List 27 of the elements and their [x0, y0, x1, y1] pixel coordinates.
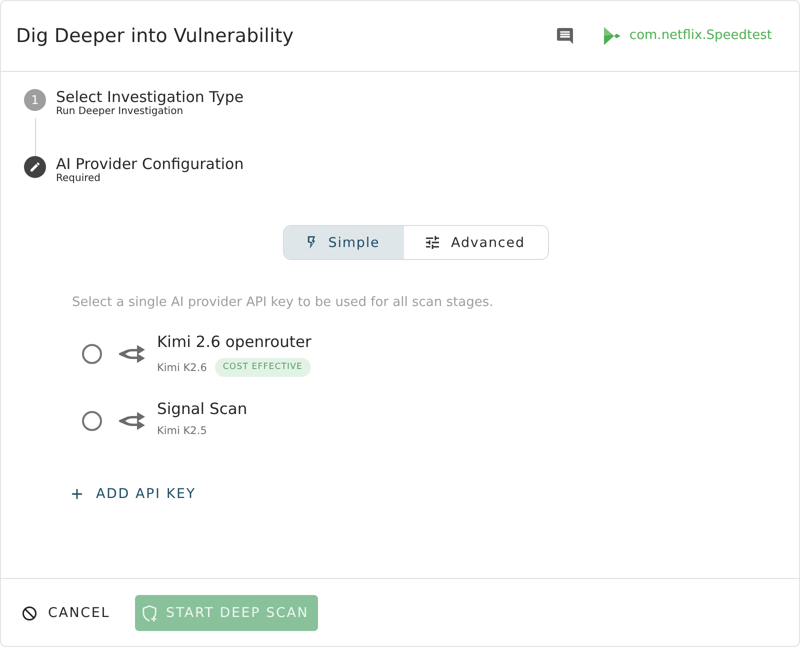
provider-name: Kimi 2.6 openrouter: [157, 332, 312, 352]
pencil-icon: [24, 156, 46, 178]
step-subtitle: Run Deeper Investigation: [56, 106, 184, 117]
bolt-icon: [307, 236, 316, 249]
radio-button[interactable]: [82, 411, 102, 431]
step-title: AI Provider Configuration: [56, 155, 244, 173]
model-name: Kimi K2.5: [157, 425, 207, 437]
routing-arrows-icon: [119, 344, 145, 364]
add-api-key-button[interactable]: ADD API KEY: [72, 486, 196, 502]
cancel-icon: [22, 606, 37, 620]
cost-effective-badge: COST EFFECTIVE: [214, 358, 311, 377]
sliders-icon: [426, 236, 440, 249]
plus-icon: [72, 489, 82, 499]
step-number: 1: [24, 89, 46, 111]
comment-icon[interactable]: [557, 28, 574, 44]
shield-plus-icon: [142, 604, 158, 622]
description-text: Select a single AI provider API key to be used for all scan stages.: [72, 295, 494, 310]
step-title: Select Investigation Type: [56, 88, 244, 106]
dialog-title: Dig Deeper into Vulnerability: [16, 24, 294, 46]
mode-tab[interactable]: Simple: [284, 226, 404, 259]
provider-name: Signal Scan: [157, 399, 248, 419]
radio-button[interactable]: [82, 344, 102, 364]
step-subtitle: Required: [56, 173, 102, 184]
routing-arrows-icon: [119, 411, 145, 431]
play-store-icon: [603, 26, 622, 44]
model-name: Kimi K2.6: [157, 362, 207, 374]
app-package-name: com.netflix.Speedtest: [629, 28, 772, 43]
